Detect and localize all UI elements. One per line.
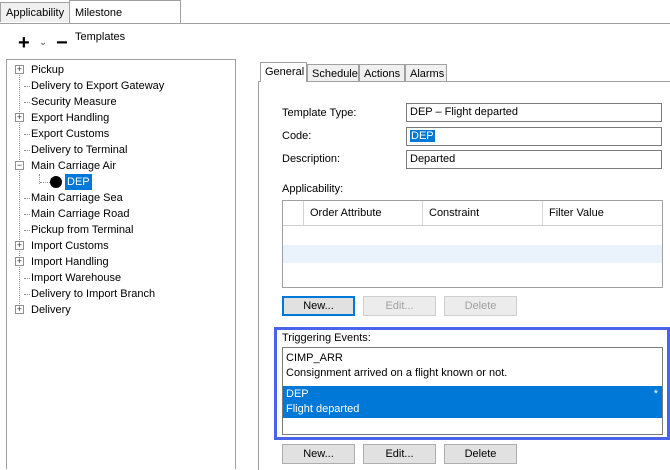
- column-order-attribute[interactable]: Order Attribute: [303, 201, 422, 225]
- applicability-delete-button[interactable]: Delete: [444, 296, 517, 316]
- code-label: Code:: [282, 130, 312, 142]
- event-description: Consignment arrived on a flight known or…: [286, 367, 508, 379]
- applicability-new-button[interactable]: New...: [282, 296, 355, 316]
- event-code: CIMP_ARR: [286, 352, 343, 364]
- expand-icon[interactable]: +: [15, 113, 24, 122]
- tab-alarms[interactable]: Alarms: [405, 64, 447, 82]
- applicability-grid[interactable]: Order Attribute Constraint Filter Value: [282, 200, 663, 288]
- tab-schedule[interactable]: Schedule: [307, 64, 359, 82]
- column-filter-value[interactable]: Filter Value: [542, 201, 662, 225]
- expand-icon[interactable]: +: [15, 65, 24, 74]
- modified-marker: *: [653, 388, 658, 400]
- code-value: DEP: [410, 130, 435, 142]
- event-item-cimp-arr[interactable]: CIMP_ARR Consignment arrived on a flight…: [283, 351, 662, 381]
- events-edit-button[interactable]: Edit...: [363, 444, 436, 464]
- top-tab-bar: Applicability Milestone Templates: [0, 0, 670, 43]
- description-label: Description:: [282, 153, 341, 165]
- code-field[interactable]: DEP: [406, 127, 662, 146]
- description-field[interactable]: Departed: [406, 150, 662, 169]
- add-button[interactable]: +: [18, 33, 30, 53]
- column-constraint[interactable]: Constraint: [422, 201, 542, 225]
- event-item-dep[interactable]: DEP Flight departed *: [283, 386, 662, 418]
- tree-item-dep-label: DEP: [65, 174, 92, 190]
- triggering-events-list[interactable]: CIMP_ARR Consignment arrived on a flight…: [282, 347, 663, 435]
- triggering-events-label: Triggering Events:: [282, 332, 371, 344]
- event-code: DEP: [286, 388, 309, 400]
- tab-actions[interactable]: Actions: [359, 64, 405, 82]
- tree-connector: [19, 70, 20, 310]
- milestone-tree[interactable]: + Pickup Delivery to Export Gateway Secu…: [6, 59, 236, 469]
- event-description: Flight departed: [286, 403, 360, 415]
- grid-header: Order Attribute Constraint Filter Value: [283, 201, 662, 226]
- collapse-icon[interactable]: −: [15, 161, 24, 170]
- tab-applicability[interactable]: Applicability: [0, 2, 70, 22]
- expand-icon[interactable]: +: [15, 257, 24, 266]
- tab-divider: [0, 23, 670, 24]
- remove-button[interactable]: −: [56, 33, 68, 53]
- applicability-label: Applicability:: [282, 183, 344, 195]
- tab-general[interactable]: General: [260, 62, 307, 82]
- add-dropdown-chevron-icon[interactable]: ⌄: [39, 37, 47, 48]
- events-new-button[interactable]: New...: [282, 444, 355, 464]
- events-delete-button[interactable]: Delete: [444, 444, 517, 464]
- template-type-label: Template Type:: [282, 107, 357, 119]
- applicability-edit-button[interactable]: Edit...: [363, 296, 436, 316]
- expand-icon[interactable]: +: [15, 305, 24, 314]
- grid-row-stripe: [283, 245, 662, 263]
- tab-milestone-templates[interactable]: Milestone Templates: [69, 0, 181, 43]
- template-type-field[interactable]: DEP – Flight departed: [406, 103, 662, 122]
- expand-icon[interactable]: +: [15, 241, 24, 250]
- milestone-dot-icon: [50, 176, 62, 188]
